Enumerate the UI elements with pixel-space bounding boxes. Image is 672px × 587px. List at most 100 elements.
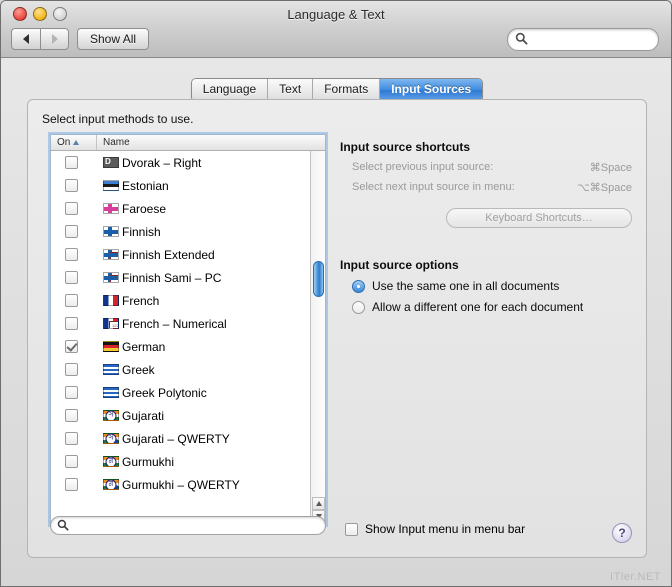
script-glyph: ਗ xyxy=(105,457,117,466)
row-checkbox[interactable] xyxy=(65,455,78,468)
table-row[interactable]: ગ Gujarati – QWERTY xyxy=(51,427,310,450)
row-checkbox[interactable] xyxy=(65,156,78,169)
table-row[interactable]: Finnish xyxy=(51,220,310,243)
radio-label: Use the same one in all documents xyxy=(372,279,560,293)
row-label: Finnish xyxy=(122,224,161,239)
flag-estonia-icon xyxy=(103,180,119,191)
window-title: Language & Text xyxy=(287,7,385,22)
row-checkbox[interactable] xyxy=(65,179,78,192)
row-label: Gurmukhi – QWERTY xyxy=(122,477,240,492)
list-filter-field[interactable] xyxy=(50,516,326,535)
row-label: Dvorak – Right xyxy=(122,155,202,170)
show-input-menu-checkbox[interactable] xyxy=(345,522,358,536)
shortcut-label: Select next input source in menu: xyxy=(352,181,515,193)
tab-input-sources[interactable]: Input Sources xyxy=(380,79,483,101)
radio-option[interactable]: Use the same one in all documents xyxy=(340,279,632,293)
tab-language[interactable]: Language xyxy=(191,79,269,101)
row-checkbox[interactable] xyxy=(65,363,78,376)
table-row[interactable]: Greek Polytonic xyxy=(51,381,310,404)
row-checkbox[interactable] xyxy=(65,248,78,261)
table-row[interactable]: 123 French – Numerical xyxy=(51,312,310,335)
back-button[interactable] xyxy=(11,28,40,50)
flag-finland-badge-icon xyxy=(103,272,119,283)
navigation-segmented-control xyxy=(11,28,69,50)
shortcut-key: ⌥⌘Space xyxy=(577,182,632,194)
table-row[interactable]: Dvorak – Right xyxy=(51,151,310,174)
table-row[interactable]: ਗ Gurmukhi – QWERTY xyxy=(51,473,310,496)
shortcut-key: ⌘Space xyxy=(589,162,632,174)
flag-germany-icon xyxy=(103,341,119,352)
table-row[interactable]: Estonian xyxy=(51,174,310,197)
toolbar-search-field[interactable] xyxy=(507,28,659,51)
show-input-menu-option[interactable]: Show Input menu in menu bar xyxy=(338,522,525,536)
table-row[interactable]: German xyxy=(51,335,310,358)
flag-greece-icon xyxy=(103,364,119,375)
row-label: Gujarati xyxy=(122,408,165,423)
variant-badge xyxy=(110,252,118,259)
row-checkbox[interactable] xyxy=(65,340,78,353)
sort-ascending-icon xyxy=(73,140,80,145)
row-label: Greek xyxy=(122,362,155,377)
shortcuts-title: Input source shortcuts xyxy=(340,140,471,154)
forward-button xyxy=(40,28,69,50)
column-header-name[interactable]: Name xyxy=(97,135,325,150)
arrow-up-icon xyxy=(315,501,322,506)
row-label: Estonian xyxy=(122,178,169,193)
numeric-badge: 123 xyxy=(109,321,118,328)
flag-finland-badge-icon xyxy=(103,249,119,260)
table-row[interactable]: ગ Gujarati xyxy=(51,404,310,427)
scrollbar-thumb[interactable] xyxy=(313,261,324,297)
row-label: Finnish Sami – PC xyxy=(122,270,222,285)
table-row[interactable]: Faroese xyxy=(51,197,310,220)
radio-option[interactable]: Allow a different one for each document xyxy=(340,300,632,314)
row-checkbox[interactable] xyxy=(65,271,78,284)
script-glyph: ગ xyxy=(105,411,117,420)
scroll-up-button[interactable] xyxy=(312,497,325,510)
table-row[interactable]: Finnish Extended xyxy=(51,243,310,266)
toolbar-search-input[interactable] xyxy=(532,31,654,49)
table-row[interactable]: ਗ Gurmukhi xyxy=(51,450,310,473)
row-label: French – Numerical xyxy=(122,316,227,331)
flag-france-numeric-icon: 123 xyxy=(103,318,119,329)
table-row[interactable]: French xyxy=(51,289,310,312)
radio-button[interactable] xyxy=(352,279,365,293)
row-checkbox[interactable] xyxy=(65,432,78,445)
list-header: On Name xyxy=(51,135,325,151)
shortcut-row: Select next input source in menu: ⌥⌘Space xyxy=(340,181,632,194)
keyboard-shortcuts-button[interactable]: Keyboard Shortcuts… xyxy=(446,208,632,228)
tab-formats[interactable]: Formats xyxy=(313,79,381,101)
qwerty-badge xyxy=(114,485,118,489)
row-checkbox[interactable] xyxy=(65,409,78,422)
row-label: Gujarati – QWERTY xyxy=(122,431,230,446)
list-scrollbar[interactable] xyxy=(310,151,325,524)
show-all-button[interactable]: Show All xyxy=(77,28,150,50)
flag-india-gurmukhi-icon: ਗ xyxy=(103,456,119,467)
row-checkbox[interactable] xyxy=(65,386,78,399)
list-filter-input[interactable] xyxy=(73,518,323,535)
tab-text[interactable]: Text xyxy=(268,79,314,101)
options-title: Input source options xyxy=(340,258,459,272)
row-checkbox[interactable] xyxy=(65,478,78,491)
row-checkbox[interactable] xyxy=(65,317,78,330)
watermark: ITler.NET xyxy=(610,571,661,583)
flag-faroe-icon xyxy=(103,203,119,214)
row-label: Gurmukhi xyxy=(122,454,175,469)
flag-france-icon xyxy=(103,295,119,306)
row-label: French xyxy=(122,293,160,308)
row-label: German xyxy=(122,339,166,354)
row-checkbox[interactable] xyxy=(65,294,78,307)
shortcut-label: Select previous input source: xyxy=(352,161,494,173)
row-checkbox[interactable] xyxy=(65,202,78,215)
help-button[interactable]: ? xyxy=(612,523,632,543)
table-row[interactable]: Greek xyxy=(51,358,310,381)
radio-button[interactable] xyxy=(352,300,365,314)
table-row[interactable]: Finnish Sami – PC xyxy=(51,266,310,289)
variant-badge xyxy=(110,275,118,282)
row-label: Faroese xyxy=(122,201,167,216)
options-group: Input source options Use the same one in… xyxy=(340,258,632,314)
input-methods-list[interactable]: On Name Dvorak – Right Estonian Faroese Fin… xyxy=(50,134,326,525)
row-checkbox[interactable] xyxy=(65,225,78,238)
panel-caption: Select input methods to use. xyxy=(42,112,194,126)
search-icon xyxy=(515,32,528,45)
column-header-on[interactable]: On xyxy=(51,135,97,150)
